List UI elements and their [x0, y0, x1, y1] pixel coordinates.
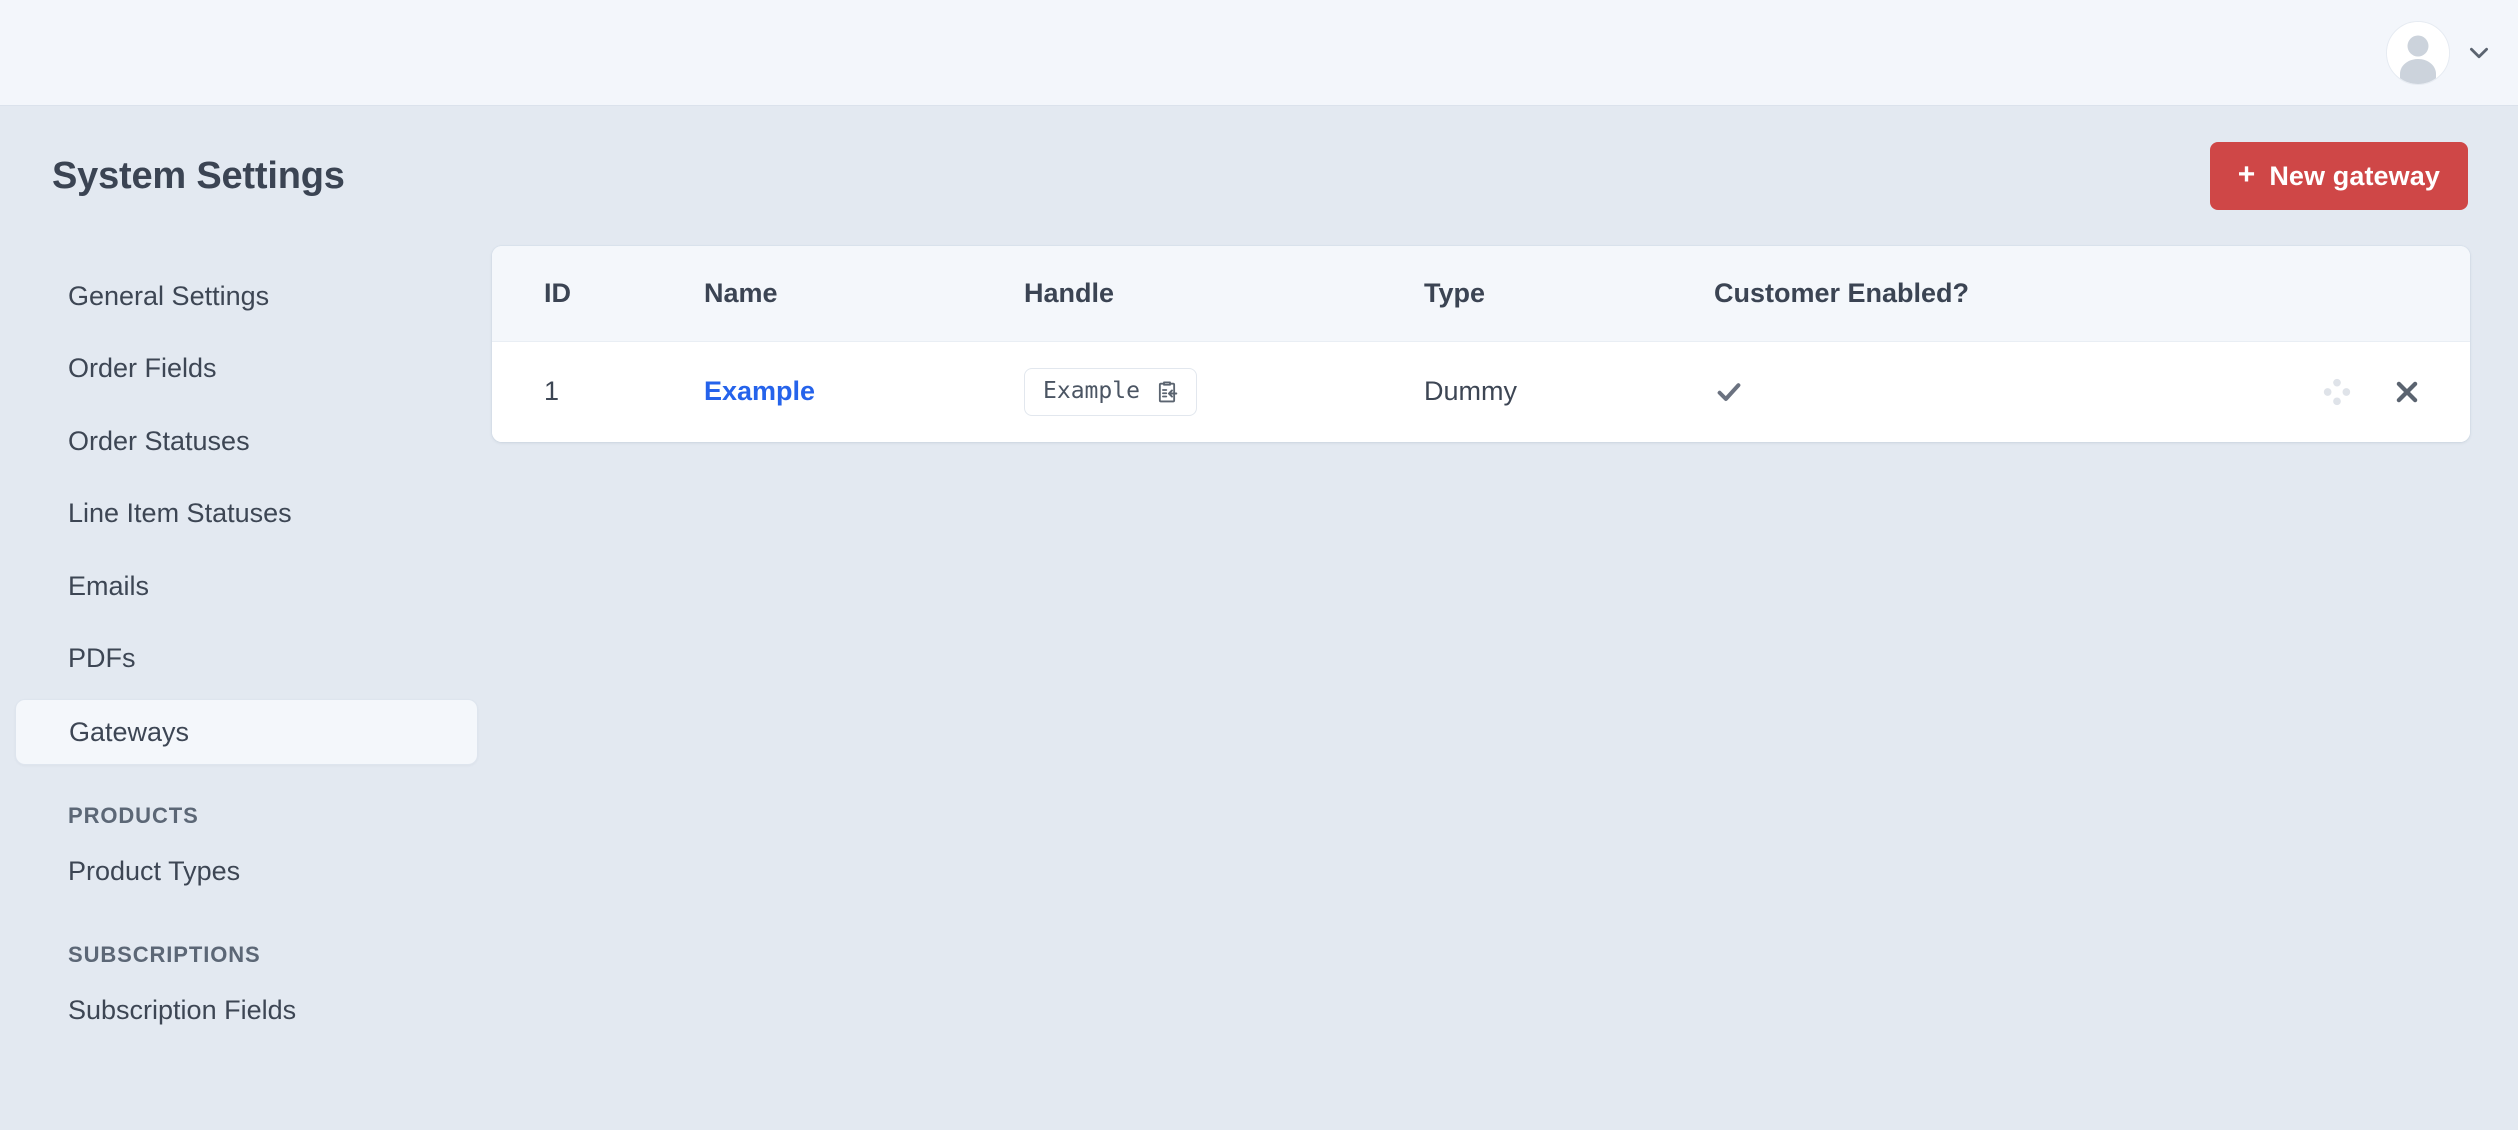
sidebar-item-subscription-fields[interactable]: Subscription Fields — [0, 978, 492, 1042]
sidebar-section-products: PRODUCTS — [68, 803, 199, 829]
cell-id: 1 — [492, 341, 704, 442]
cell-customer-enabled — [1714, 341, 2210, 442]
column-header-type: Type — [1424, 246, 1714, 342]
account-menu[interactable] — [2386, 20, 2492, 85]
table-row: 1 Example Example Dummy — [492, 341, 2470, 442]
row-actions — [2210, 375, 2470, 409]
top-bar — [0, 0, 2518, 106]
close-icon[interactable] — [2392, 377, 2422, 407]
sidebar-item-general-settings[interactable]: General Settings — [0, 264, 492, 328]
page-header: System Settings + New gateway — [0, 106, 2518, 246]
gateways-table-card: ID Name Handle Type Customer Enabled? 1 … — [492, 246, 2470, 442]
drag-handle-icon[interactable] — [2320, 375, 2354, 409]
column-header-name: Name — [704, 246, 1024, 342]
cell-name: Example — [704, 341, 1024, 442]
column-header-handle: Handle — [1024, 246, 1424, 342]
column-header-actions — [2210, 246, 2470, 342]
sidebar-item-emails[interactable]: Emails — [0, 554, 492, 618]
plus-icon: + — [2237, 158, 2256, 191]
column-header-id: ID — [492, 246, 704, 342]
chevron-down-icon[interactable] — [2466, 40, 2492, 66]
table-body: 1 Example Example Dummy — [492, 341, 2470, 442]
new-gateway-button-label: New gateway — [2269, 160, 2440, 191]
check-icon — [1714, 377, 2210, 407]
sidebar-item-line-item-statuses[interactable]: Line Item Statuses — [0, 481, 492, 545]
content-area: General Settings Order Fields Order Stat… — [0, 246, 2518, 1050]
gateways-table: ID Name Handle Type Customer Enabled? 1 … — [492, 246, 2470, 442]
user-avatar-icon[interactable] — [2386, 20, 2450, 85]
new-gateway-button[interactable]: + New gateway — [2209, 142, 2468, 210]
column-header-customer-enabled: Customer Enabled? — [1714, 246, 2210, 342]
gateway-name-link[interactable]: Example — [704, 376, 815, 406]
sidebar-item-pdfs[interactable]: PDFs — [0, 626, 492, 690]
table-header-row: ID Name Handle Type Customer Enabled? — [492, 246, 2470, 342]
cell-actions — [2210, 341, 2470, 442]
page-body: System Settings + New gateway General Se… — [0, 106, 2518, 1130]
handle-value: Example — [1043, 378, 1140, 404]
cell-handle: Example — [1024, 341, 1424, 442]
settings-sidebar: General Settings Order Fields Order Stat… — [0, 246, 492, 1050]
sidebar-item-product-types[interactable]: Product Types — [0, 839, 492, 903]
clipboard-copy-icon — [1154, 379, 1180, 405]
sidebar-item-order-fields[interactable]: Order Fields — [0, 336, 492, 400]
sidebar-item-gateways[interactable]: Gateways — [15, 698, 478, 766]
sidebar-item-order-statuses[interactable]: Order Statuses — [0, 409, 492, 473]
table-header: ID Name Handle Type Customer Enabled? — [492, 246, 2470, 342]
handle-copy-chip[interactable]: Example — [1024, 368, 1197, 416]
sidebar-section-subscriptions: SUBSCRIPTIONS — [68, 941, 261, 967]
page-title: System Settings — [52, 154, 345, 197]
cell-type: Dummy — [1424, 341, 1714, 442]
